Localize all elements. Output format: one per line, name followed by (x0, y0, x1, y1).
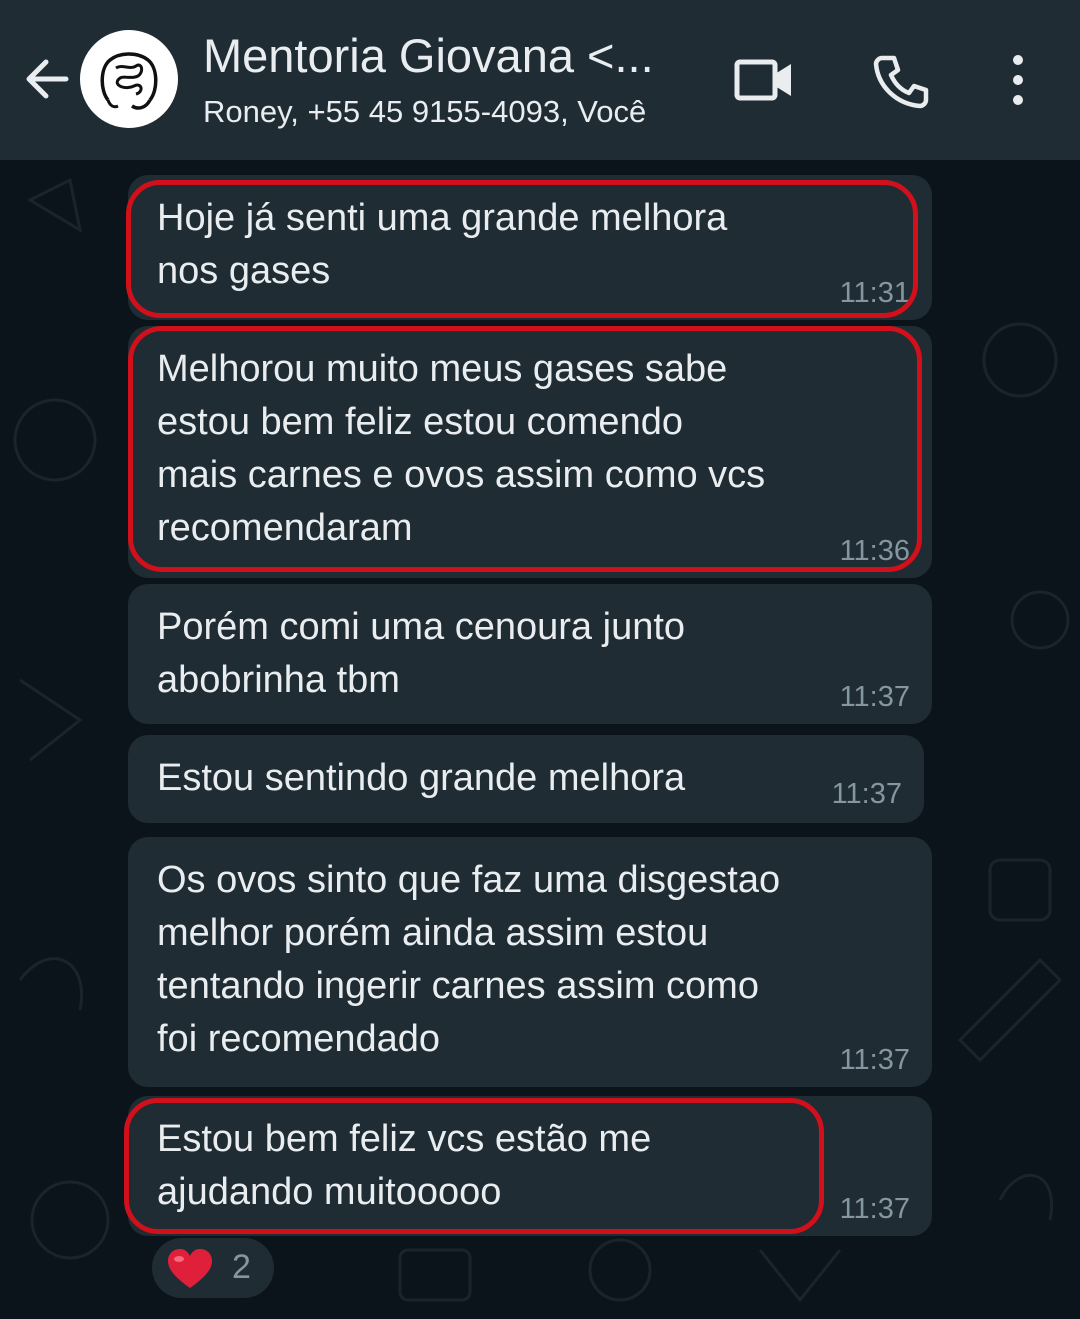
message-text: Estou sentindo grande melhora (157, 757, 686, 799)
chat-title[interactable]: Mentoria Giovana <... (203, 28, 693, 83)
group-avatar[interactable] (80, 30, 178, 128)
message-bubble[interactable]: Estou bem feliz vcs estão me ajudando mu… (128, 1096, 932, 1236)
message-bubble[interactable]: Os ovos sinto que faz uma disgestao melh… (128, 837, 932, 1087)
message-bubble[interactable]: Estou sentindo grande melhora 11:37 (128, 735, 924, 823)
reaction-count: 2 (232, 1248, 251, 1286)
message-text: Estou bem feliz vcs estão me ajudando mu… (157, 1118, 652, 1213)
chat-header: Mentoria Giovana <... Roney, +55 45 9155… (0, 0, 1080, 160)
message-time: 11:37 (831, 778, 902, 810)
back-arrow-icon[interactable] (20, 52, 74, 106)
message-text: Os ovos sinto que faz uma disgestao melh… (157, 859, 781, 1060)
message-time: 11:37 (839, 681, 910, 713)
chat-area[interactable]: Hoje já senti uma grande melhora nos gas… (0, 160, 1080, 1319)
message-time: 11:37 (839, 1193, 910, 1225)
chat-participants[interactable]: Roney, +55 45 9155-4093, Você (203, 94, 703, 130)
message-text: Hoje já senti uma grande melhora nos gas… (157, 197, 728, 292)
message-text: Porém comi uma cenoura junto abobrinha t… (157, 606, 686, 701)
message-time: 11:31 (839, 277, 910, 309)
more-options-icon[interactable] (995, 52, 1041, 108)
message-bubble[interactable]: Hoje já senti uma grande melhora nos gas… (128, 175, 932, 320)
message-text: Melhorou muito meus gases sabe estou bem… (157, 348, 766, 549)
reaction-badge[interactable]: 2 (152, 1238, 274, 1298)
video-call-icon[interactable] (733, 52, 795, 108)
intestine-icon (100, 52, 158, 110)
message-time: 11:37 (839, 1044, 910, 1076)
message-bubble[interactable]: Porém comi uma cenoura junto abobrinha t… (128, 584, 932, 724)
message-bubble[interactable]: Melhorou muito meus gases sabe estou bem… (128, 326, 932, 578)
phone-call-icon[interactable] (870, 50, 930, 110)
message-time: 11:36 (839, 535, 910, 567)
heart-icon (168, 1249, 212, 1288)
